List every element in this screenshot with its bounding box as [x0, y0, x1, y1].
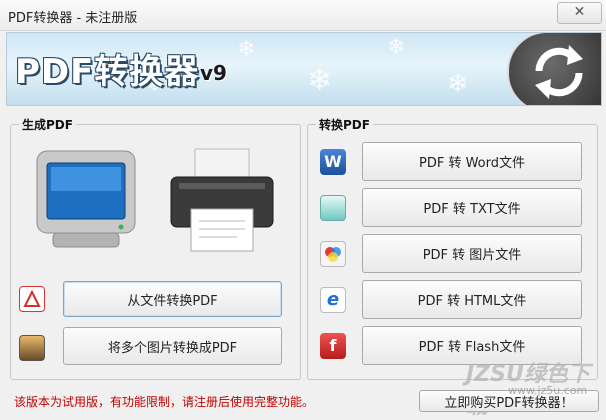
word-icon: W: [320, 149, 346, 175]
snowflake-icon: ❄: [237, 37, 256, 62]
window-title: PDF转换器 - 未注册版: [8, 11, 138, 26]
images-to-pdf-button[interactable]: 将多个图片转换成PDF: [63, 327, 282, 365]
generate-pdf-group: 生成PDF 从文件转换PDF 将多个图片转换成PDF: [10, 116, 301, 380]
brand-title: PDF转换器: [15, 52, 200, 92]
pdf-to-flash-label: PDF 转 Flash文件: [418, 340, 526, 355]
refresh-logo: [507, 33, 601, 105]
convert-pdf-title: 转换PDF: [316, 116, 373, 133]
printer-icon: [170, 148, 274, 252]
pdf-to-txt-label: PDF 转 TXT文件: [423, 202, 521, 217]
snowflake-icon: ❄: [307, 63, 333, 98]
pdf-to-word-button[interactable]: PDF 转 Word文件: [362, 142, 582, 181]
watermark-url: www.jz5u.com: [508, 384, 588, 397]
txt-icon: [320, 195, 346, 221]
images-to-pdf-label: 将多个图片转换成PDF: [107, 340, 238, 356]
file-to-pdf-button[interactable]: 从文件转换PDF: [63, 281, 282, 317]
html-icon: e: [320, 287, 346, 313]
snowflake-icon: ❄: [387, 35, 406, 60]
banner: ❄ ❄ ❄ ❄ ❄ PDF转换器 v9: [6, 32, 602, 106]
image-icon: [320, 241, 346, 267]
monitor-icon: [36, 150, 136, 248]
image-stack-icon: [19, 335, 45, 361]
pdf-to-txt-button[interactable]: PDF 转 TXT文件: [362, 188, 582, 227]
convert-pdf-group: 转换PDF W PDF 转 Word文件 PDF 转 TXT文件 PDF 转 图…: [307, 116, 598, 380]
pdf-to-image-button[interactable]: PDF 转 图片文件: [362, 234, 582, 273]
close-button[interactable]: ✕: [557, 2, 602, 24]
close-icon: ✕: [573, 4, 586, 20]
pdf-to-html-label: PDF 转 HTML文件: [417, 294, 527, 309]
pdf-to-html-button[interactable]: PDF 转 HTML文件: [362, 280, 582, 319]
trial-notice: 该版本为试用版，有功能限制，请注册后使用完整功能。: [14, 395, 315, 409]
snowflake-icon: ❄: [447, 69, 469, 99]
pdf-file-icon: [19, 286, 45, 312]
pdf-to-image-label: PDF 转 图片文件: [422, 248, 522, 263]
version-label: v9: [200, 61, 227, 85]
generate-pdf-title: 生成PDF: [19, 116, 76, 133]
title-bar: PDF转换器 - 未注册版 ✕: [0, 0, 606, 31]
pdf-to-word-label: PDF 转 Word文件: [418, 156, 525, 171]
file-to-pdf-label: 从文件转换PDF: [127, 293, 218, 309]
flash-icon: f: [320, 333, 346, 359]
